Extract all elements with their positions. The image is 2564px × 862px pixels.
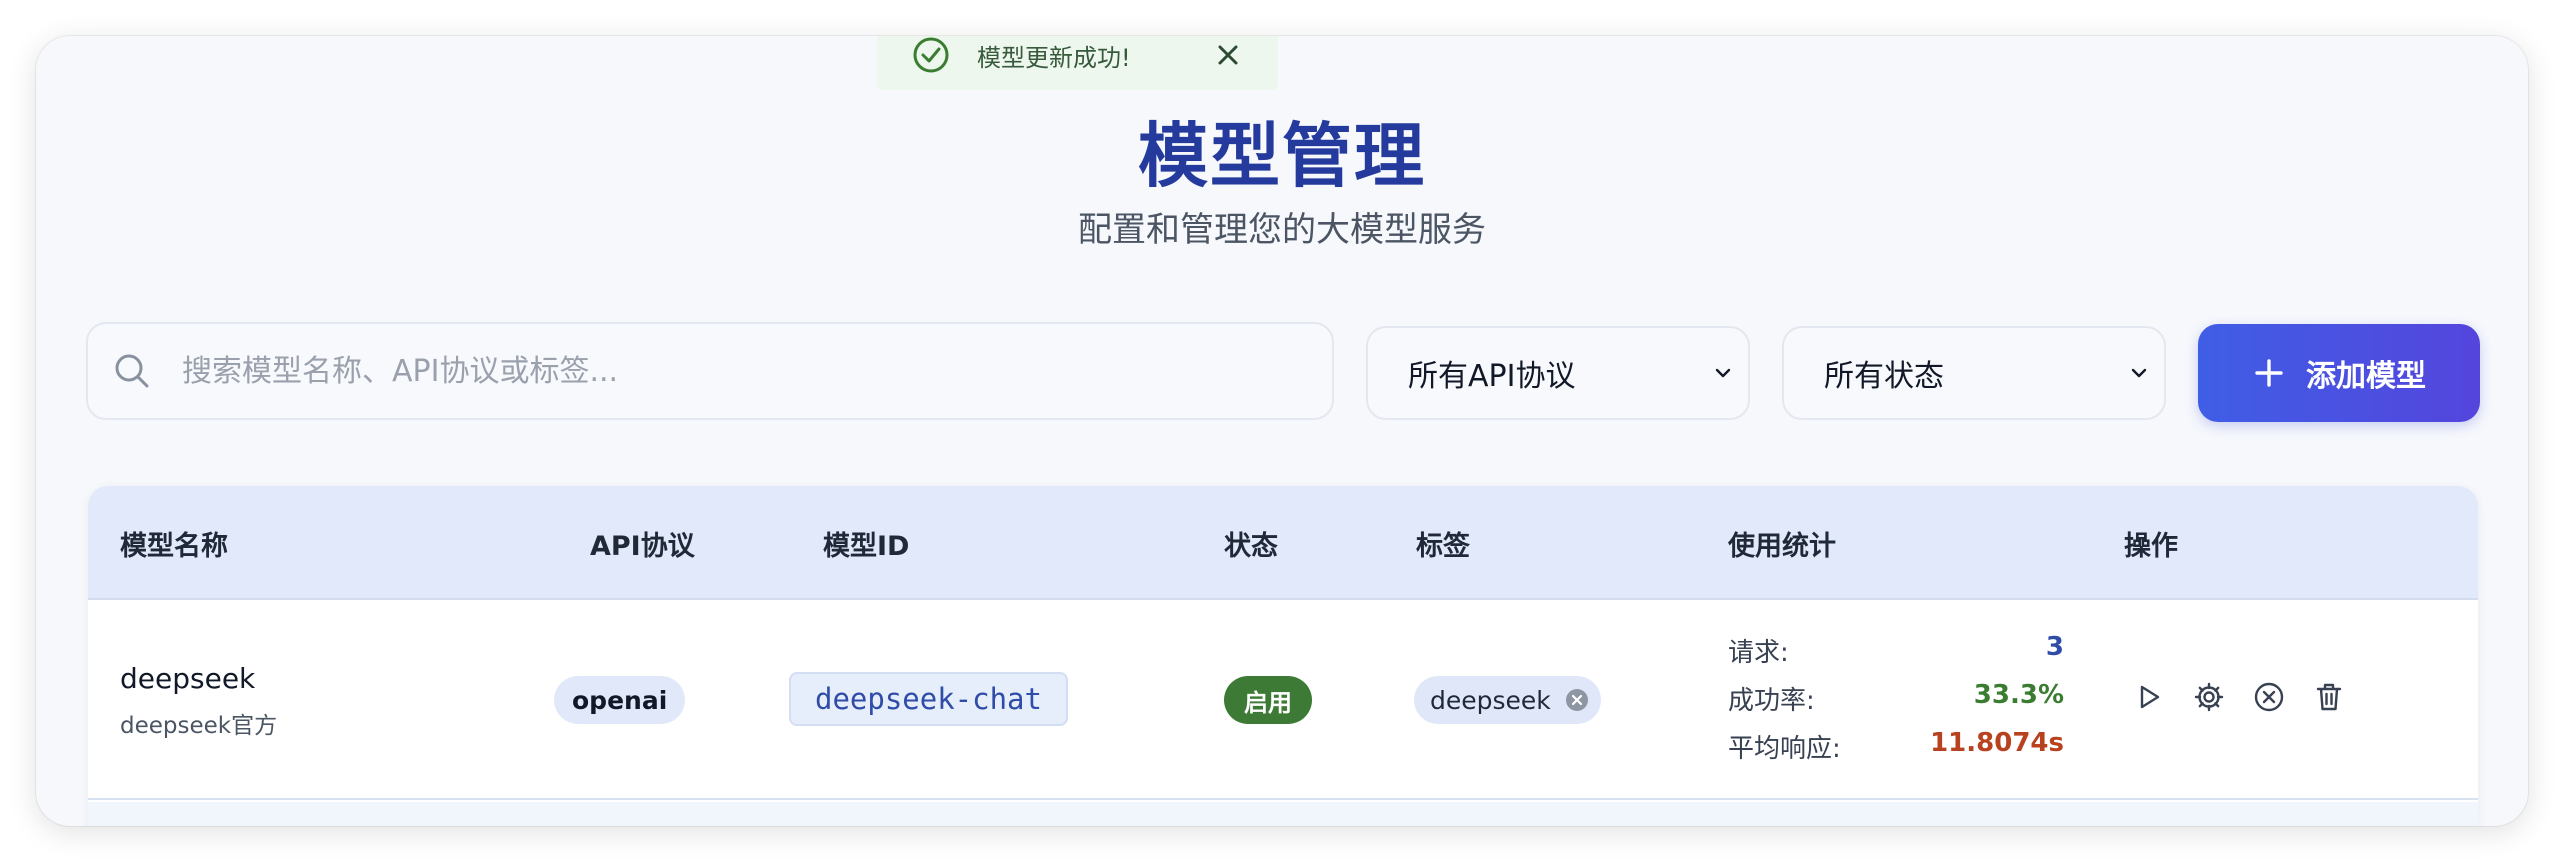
tag-remove-icon[interactable] — [1563, 686, 1591, 714]
check-circle-icon — [913, 37, 949, 73]
tag-label: deepseek — [1430, 685, 1551, 715]
column-header-status: 状态 — [1224, 531, 1278, 562]
requests-label: 请求: — [1728, 638, 1789, 668]
table-row: deepseek deepseek官方 openai deepseek-chat… — [88, 600, 2478, 800]
trash-icon[interactable] — [2312, 680, 2346, 714]
avg-latency-value: 11.8074s — [1930, 728, 2064, 758]
play-icon[interactable] — [2132, 680, 2166, 714]
table-header: 模型名称 API协议 模型ID 状态 标签 使用统计 操作 — [88, 486, 2478, 600]
status-filter-select[interactable]: 所有状态 — [1782, 326, 2166, 420]
column-header-actions: 操作 — [2124, 531, 2178, 562]
page-subtitle: 配置和管理您的大模型服务 — [1078, 210, 1486, 250]
row-actions — [2132, 680, 2346, 714]
status-badge: 启用 — [1224, 676, 1312, 724]
column-header-protocol: API协议 — [590, 531, 695, 562]
search-icon — [115, 354, 149, 388]
add-model-button[interactable]: 添加模型 — [2198, 324, 2480, 422]
column-header-tags: 标签 — [1416, 531, 1470, 562]
success-rate-label: 成功率: — [1728, 686, 1815, 716]
protocol-filter-select[interactable]: 所有API协议 — [1366, 326, 1750, 420]
plus-icon — [2255, 359, 2283, 387]
model-description: deepseek官方 — [120, 713, 278, 739]
disable-circle-x-icon[interactable] — [2252, 680, 2286, 714]
protocol-filter-value: 所有API协议 — [1408, 359, 1576, 394]
gear-icon[interactable] — [2192, 680, 2226, 714]
table-row — [88, 802, 2478, 826]
success-toast: 模型更新成功! — [877, 36, 1278, 90]
protocol-badge: openai — [554, 676, 686, 724]
model-name: deepseek — [120, 662, 256, 695]
requests-value: 3 — [2045, 632, 2064, 662]
search-input[interactable] — [180, 352, 1280, 390]
column-header-model-id: 模型ID — [823, 531, 910, 562]
tag-chip: deepseek — [1414, 676, 1601, 724]
column-header-name: 模型名称 — [120, 531, 228, 562]
page-title: 模型管理 — [1138, 115, 1426, 197]
model-id-code: deepseek-chat — [789, 672, 1068, 726]
chevron-down-icon — [2131, 368, 2147, 378]
toast-message: 模型更新成功! — [977, 43, 1131, 72]
status-filter-value: 所有状态 — [1824, 359, 1944, 394]
success-rate-value: 33.3% — [1973, 680, 2064, 710]
add-model-label: 添加模型 — [2306, 359, 2426, 394]
models-table: 模型名称 API协议 模型ID 状态 标签 使用统计 操作 deepseek d… — [88, 486, 2478, 826]
column-header-stats: 使用统计 — [1728, 531, 1836, 562]
avg-latency-label: 平均响应: — [1728, 734, 1841, 764]
chevron-down-icon — [1715, 368, 1731, 378]
app-window: 模型更新成功! 模型管理 配置和管理您的大模型服务 所有API协议 所有状态 添… — [36, 36, 2528, 826]
search-box[interactable] — [86, 322, 1334, 420]
close-icon[interactable] — [1212, 39, 1244, 71]
